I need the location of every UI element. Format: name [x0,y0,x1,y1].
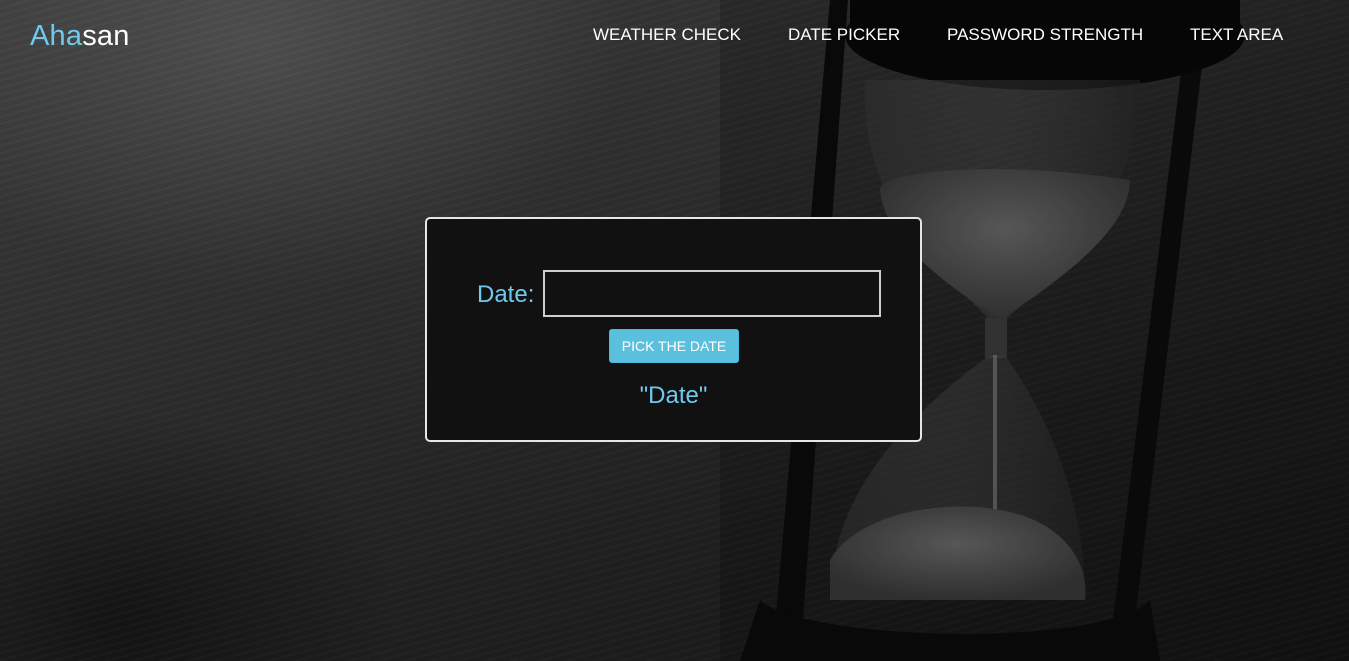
date-input[interactable] [543,270,881,317]
nav-item-weather-check[interactable]: WEATHER CHECK [593,25,741,45]
nav-item-text-area[interactable]: TEXT AREA [1190,25,1283,45]
top-navigation: WEATHER CHECK DATE PICKER PASSWORD STREN… [0,25,1349,45]
date-label: Date: [477,281,535,308]
date-result-text: "Date" [639,382,708,409]
nav-item-date-picker[interactable]: DATE PICKER [788,25,900,45]
date-picker-card: Date: PICK THE DATE "Date" [425,217,922,442]
pick-date-button[interactable]: PICK THE DATE [609,329,739,363]
nav-item-password-strength[interactable]: PASSWORD STRENGTH [947,25,1143,45]
